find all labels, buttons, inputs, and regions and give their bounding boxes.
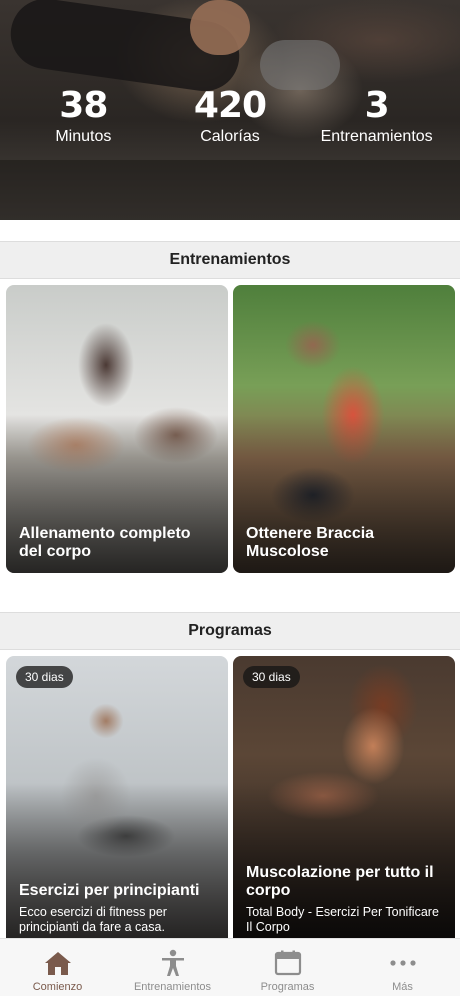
tab-workouts[interactable]: Entrenamientos: [115, 939, 230, 996]
tab-home-label: Comienzo: [32, 981, 83, 993]
stat-minutes-label: Minutos: [55, 128, 112, 145]
tab-home[interactable]: Comienzo: [0, 939, 115, 996]
stat-workouts-value: 3: [364, 85, 390, 126]
hero-floor-shade: [0, 160, 460, 220]
duration-badge: 30 dias: [243, 666, 300, 688]
home-icon: [43, 949, 73, 977]
calendar-icon: [273, 949, 303, 977]
tab-workouts-label: Entrenamientos: [133, 981, 212, 993]
program-card-full-body[interactable]: 30 dias Muscolazione per tutto il corpo …: [233, 656, 455, 938]
tab-programs-label: Programas: [260, 981, 315, 993]
stat-workouts: 3 Entrenamientos: [307, 86, 447, 146]
program-card-subtitle: Ecco esercizi di fitness per principiant…: [19, 905, 167, 934]
stat-calories-value: 420: [193, 85, 267, 126]
workout-card-arms[interactable]: Ottenere Braccia Muscolose: [233, 285, 455, 573]
workout-card-title: Ottenere Braccia Muscolose: [246, 525, 375, 560]
program-card-subtitle: Total Body - Esercizi Per Tonificare Il …: [246, 905, 439, 934]
home-screen: 38 Minutos 420 Calorías 3 Entrenamientos…: [0, 0, 460, 996]
bottom-tab-bar: Comienzo Entrenamientos Programas Más: [0, 938, 460, 996]
tab-more-label: Más: [392, 981, 413, 993]
hero-athlete-shape-2: [260, 40, 340, 90]
workouts-section-title: Entrenamientos: [0, 241, 460, 279]
stat-minutes-value: 38: [59, 85, 108, 126]
duration-badge: 30 dias: [16, 666, 73, 688]
programs-section-title: Programas: [0, 612, 460, 650]
tab-programs[interactable]: Programas: [230, 939, 345, 996]
stat-calories: 420 Calorías: [160, 86, 300, 146]
workout-card-full-body[interactable]: Allenamento completo del corpo: [6, 285, 228, 573]
stat-minutes: 38 Minutos: [13, 86, 153, 146]
hero-banner: 38 Minutos 420 Calorías 3 Entrenamientos: [0, 0, 460, 220]
tab-more[interactable]: Más: [345, 939, 460, 996]
program-card-title: Esercizi per principianti: [19, 882, 200, 899]
workout-card-title: Allenamento completo del corpo: [19, 525, 191, 560]
hero-face-shape: [190, 0, 250, 55]
person-icon: [158, 949, 188, 977]
more-icon: [388, 949, 418, 977]
program-card-beginners[interactable]: 30 dias Esercizi per principianti Ecco e…: [6, 656, 228, 938]
stat-calories-label: Calorías: [200, 128, 260, 145]
stat-workouts-label: Entrenamientos: [320, 128, 433, 145]
stats-row: 38 Minutos 420 Calorías 3 Entrenamientos: [0, 86, 460, 146]
program-card-title: Muscolazione per tutto il corpo: [246, 864, 434, 899]
